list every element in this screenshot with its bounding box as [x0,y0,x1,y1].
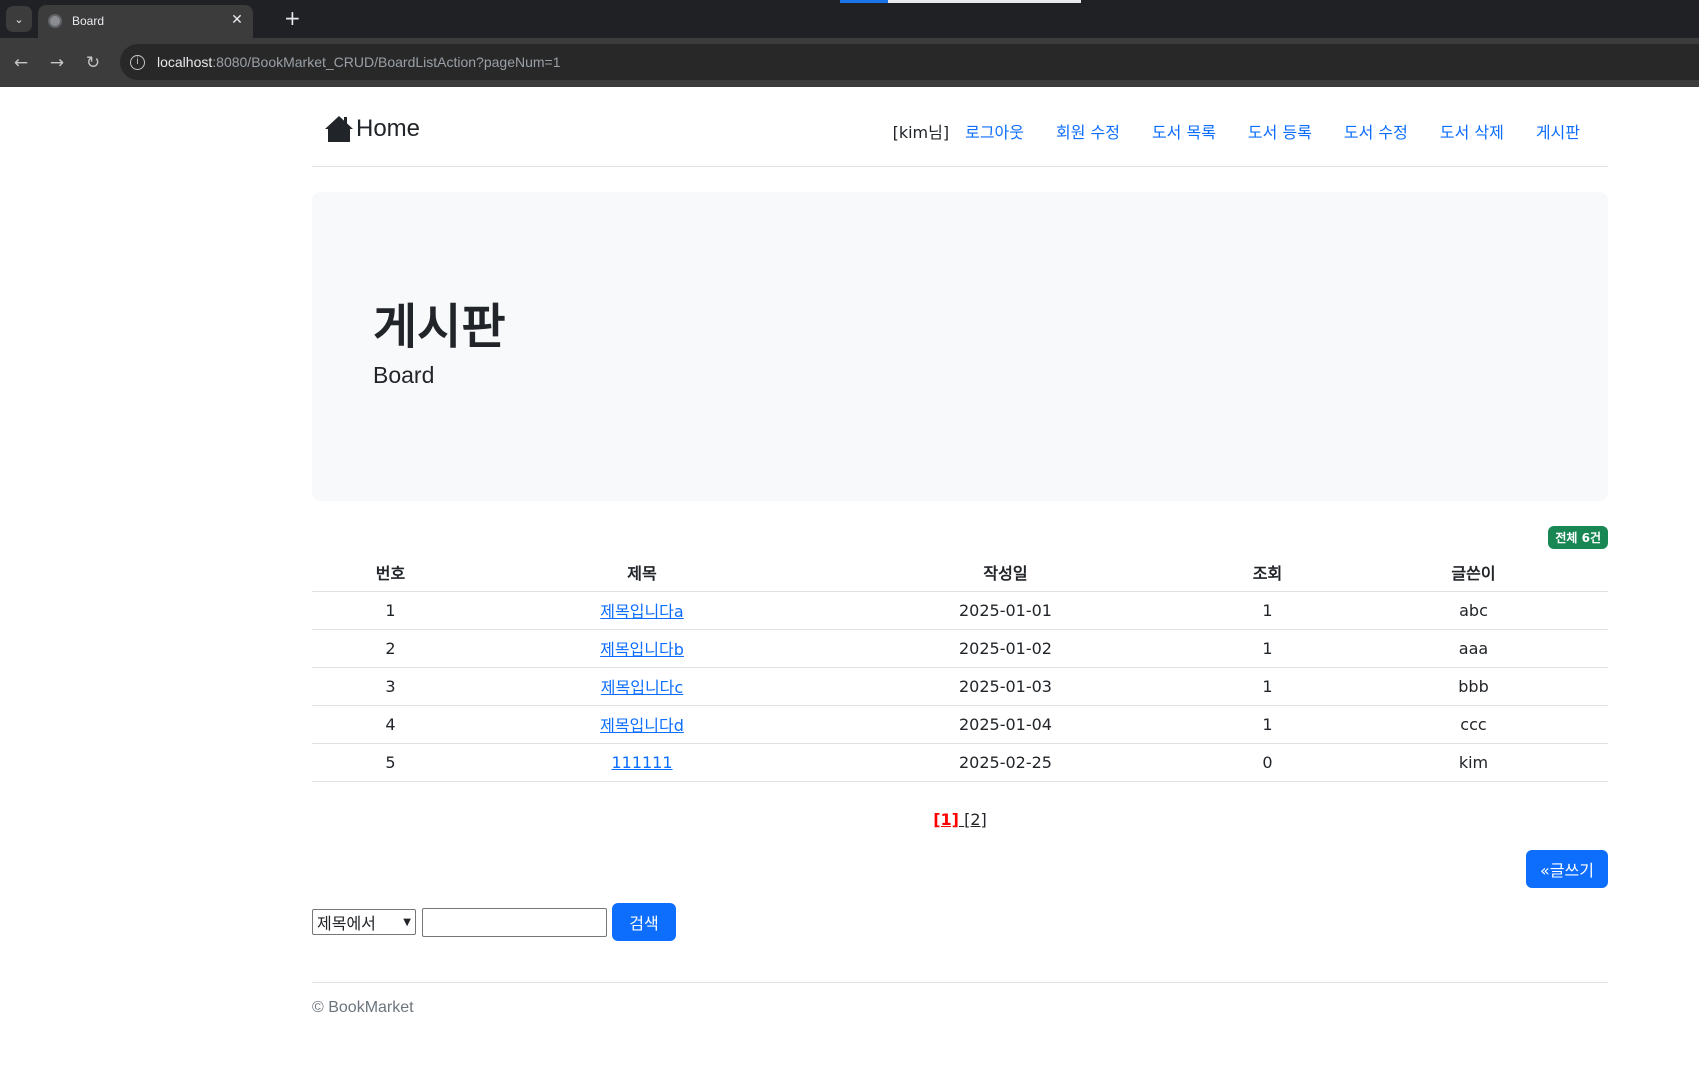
page-title: 게시판 [373,299,506,355]
post-title-link[interactable]: 제목입니다c [601,678,683,697]
chevron-down-icon: ▼ [403,916,411,928]
cell-title: 제목입니다a [469,591,815,630]
nav-book-list[interactable]: 도서 목록 [1152,119,1216,143]
cell-writer: ccc [1339,705,1608,744]
footer: © BookMarket [312,982,1608,1017]
back-arrow-icon[interactable]: ← [9,51,33,75]
new-tab-button[interactable]: + [284,8,301,28]
nav-book-add[interactable]: 도서 등록 [1248,119,1312,143]
post-title-link[interactable]: 제목입니다d [600,716,684,735]
forward-arrow-icon[interactable]: → [45,51,69,75]
post-title-link[interactable]: 제목입니다b [600,640,684,659]
browser-tab-bar: ⌄ Board ✕ + [0,0,1699,38]
loading-indicator-track [888,0,1081,3]
search-field-value: 제목에서 [317,914,376,933]
cell-title: 111111 [469,743,815,782]
home-link[interactable]: Home [324,115,420,143]
header-date: 작성일 [815,553,1196,592]
cell-writer: aaa [1339,629,1608,668]
url-host: localhost [157,54,213,70]
table-header-row: 번호 제목 작성일 조회 글쓴이 [312,553,1608,592]
search-field-select[interactable]: 제목에서 ▼ [312,909,416,935]
search-form: 제목에서 ▼ 검색 [312,903,676,941]
table-row: 4 제목입니다d 2025-01-04 1 ccc [312,705,1608,744]
cell-number: 3 [312,667,469,706]
nav-logout[interactable]: 로그아웃 [965,119,1024,143]
cell-hits: 1 [1196,667,1339,706]
top-navbar: Home [kim님] 로그아웃 회원 수정 도서 목록 도서 등록 도서 수정… [312,87,1608,167]
nav-board[interactable]: 게시판 [1536,119,1580,143]
url-bar[interactable]: i localhost:8080/BookMarket_CRUD/BoardLi… [120,44,1699,80]
cell-date: 2025-01-03 [815,667,1196,706]
page-subtitle: Board [373,362,435,388]
page-container: Home [kim님] 로그아웃 회원 수정 도서 목록 도서 등록 도서 수정… [312,87,1608,1016]
post-title-link[interactable]: 111111 [611,753,672,772]
nav-book-edit[interactable]: 도서 수정 [1344,119,1408,143]
address-bar-row: ← → ↻ i localhost:8080/BookMarket_CRUD/B… [0,38,1699,87]
user-greeting: [kim님] [892,123,950,142]
url-text[interactable]: localhost:8080/BookMarket_CRUD/BoardList… [157,54,561,70]
write-post-button[interactable]: «글쓰기 [1526,850,1608,888]
cell-hits: 1 [1196,591,1339,630]
cell-title: 제목입니다b [469,629,815,668]
loading-indicator [840,0,888,3]
page-link-current[interactable]: [1] [933,810,959,829]
table-row: 1 제목입니다a 2025-01-01 1 abc [312,591,1608,630]
nav-book-delete[interactable]: 도서 삭제 [1440,119,1504,143]
pagination: [1] [2] [312,810,1608,829]
header-number: 번호 [312,553,469,592]
cell-number: 2 [312,629,469,668]
cell-title: 제목입니다c [469,667,815,706]
cell-hits: 1 [1196,629,1339,668]
url-path: :8080/BookMarket_CRUD/BoardListAction?pa… [212,54,561,70]
header-writer: 글쓴이 [1339,553,1608,592]
post-title-link[interactable]: 제목입니다a [600,602,683,621]
cell-number: 1 [312,591,469,630]
cell-number: 5 [312,743,469,782]
site-info-icon[interactable]: i [130,55,145,70]
cell-writer: kim [1339,743,1608,782]
cell-writer: bbb [1339,667,1608,706]
header-title: 제목 [469,553,815,592]
search-input[interactable] [422,907,607,937]
close-tab-icon[interactable]: ✕ [228,11,246,29]
cell-hits: 1 [1196,705,1339,744]
tab-title: Board [72,14,105,28]
tab-search-button[interactable]: ⌄ [6,6,32,32]
cell-date: 2025-01-01 [815,591,1196,630]
reload-icon[interactable]: ↻ [81,51,105,75]
table-row: 3 제목입니다c 2025-01-03 1 bbb [312,667,1608,706]
jumbotron: 게시판 Board [312,192,1608,501]
nav-links: [kim님] 로그아웃 회원 수정 도서 목록 도서 등록 도서 수정 도서 삭… [893,119,1580,143]
cell-date: 2025-01-04 [815,705,1196,744]
cell-writer: abc [1339,591,1608,630]
cell-date: 2025-02-25 [815,743,1196,782]
house-icon [325,116,353,142]
cell-number: 4 [312,705,469,744]
cell-date: 2025-01-02 [815,629,1196,668]
board-table: 번호 제목 작성일 조회 글쓴이 1 제목입니다a 2025-01-01 1 a… [312,553,1608,782]
page-link[interactable]: [2] [964,810,987,829]
table-row: 2 제목입니다b 2025-01-02 1 aaa [312,629,1608,668]
browser-tab[interactable]: Board ✕ [38,5,253,38]
globe-icon [48,14,62,28]
cell-hits: 0 [1196,743,1339,782]
nav-edit-member[interactable]: 회원 수정 [1056,119,1120,143]
header-hits: 조회 [1196,553,1339,592]
total-count-badge: 전체 6건 [1548,526,1608,549]
search-button[interactable]: 검색 [612,903,676,941]
table-row: 5 111111 2025-02-25 0 kim [312,743,1608,782]
brand-label: Home [356,115,421,142]
cell-title: 제목입니다d [469,705,815,744]
